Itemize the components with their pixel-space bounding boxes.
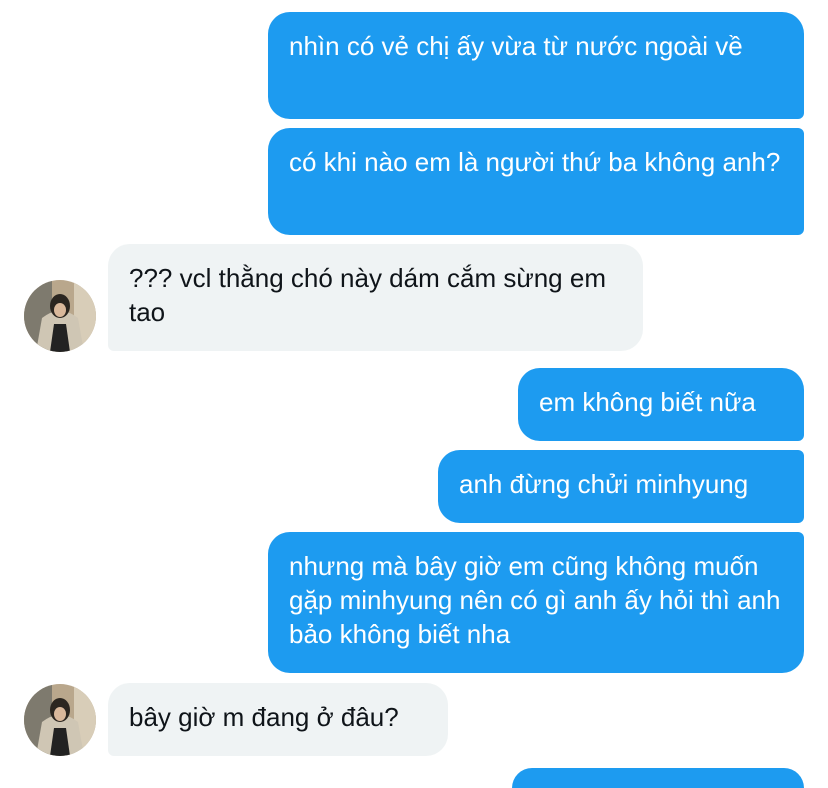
avatar-photo-icon	[24, 280, 96, 352]
avatar-photo-icon	[24, 684, 96, 756]
message-text: bây giờ m đang ở đâu?	[129, 702, 399, 732]
message-text: em không biết nữa	[539, 387, 756, 417]
message-bubble-outgoing[interactable]: nhưng mà bây giờ em cũng không muốn gặp …	[268, 532, 804, 673]
message-bubble-outgoing[interactable]: anh đừng chửi minhyung	[438, 450, 804, 523]
message-text: anh đừng chửi minhyung	[459, 469, 749, 499]
message-bubble-partial	[512, 768, 804, 788]
chat-thread: nhìn có vẻ chị ấy vừa từ nước ngoài về c…	[0, 0, 828, 788]
message-bubble-incoming[interactable]: ??? vcl thằng chó này dám cắm sừng em ta…	[108, 244, 643, 351]
message-bubble-outgoing[interactable]: em không biết nữa	[518, 368, 804, 441]
user-avatar[interactable]	[24, 280, 96, 352]
message-bubble-outgoing[interactable]: có khi nào em là người thứ ba không anh?	[268, 128, 804, 235]
message-text: nhưng mà bây giờ em cũng không muốn gặp …	[289, 551, 781, 649]
user-avatar[interactable]	[24, 684, 96, 756]
message-bubble-outgoing[interactable]: nhìn có vẻ chị ấy vừa từ nước ngoài về	[268, 12, 804, 119]
message-bubble-incoming[interactable]: bây giờ m đang ở đâu?	[108, 683, 448, 756]
message-text: ??? vcl thằng chó này dám cắm sừng em ta…	[129, 263, 606, 327]
message-text: có khi nào em là người thứ ba không anh?	[289, 147, 781, 177]
message-text: nhìn có vẻ chị ấy vừa từ nước ngoài về	[289, 31, 743, 61]
